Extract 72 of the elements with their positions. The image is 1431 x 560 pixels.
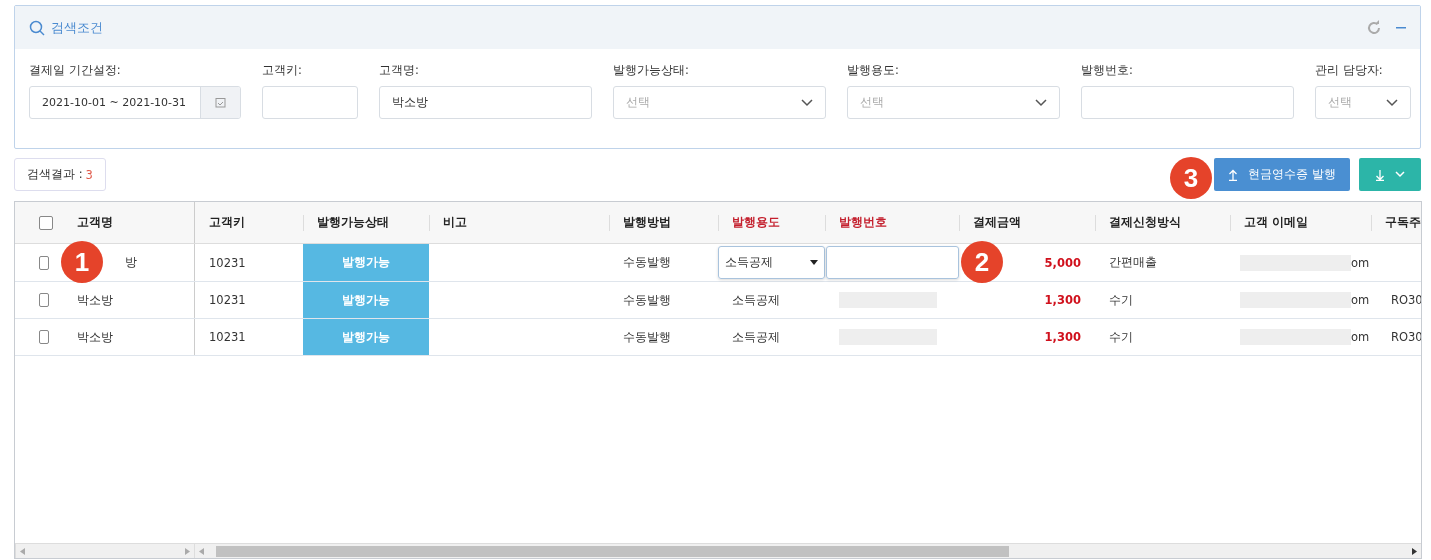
table-cell: RO30	[1391, 330, 1421, 344]
table-cell: RO30	[1391, 293, 1421, 307]
field-label: 발행용도:	[847, 63, 900, 78]
status-badge: 발행가능	[303, 244, 429, 281]
scroll-right-icon[interactable]	[1412, 547, 1417, 555]
column-header[interactable]: 고객키	[194, 202, 303, 243]
calendar-icon	[215, 97, 226, 108]
column-header[interactable]: 고객명	[63, 202, 194, 243]
count-value: 3	[85, 167, 93, 182]
upload-icon	[1228, 168, 1239, 181]
field-label: 고객키:	[262, 63, 303, 78]
table-cell-text: 수동발행	[622, 291, 672, 309]
input-field[interactable]	[1081, 86, 1294, 119]
table-cell-text: 소득공제	[731, 291, 781, 309]
column-header[interactable]: 비고	[429, 202, 609, 243]
checkbox[interactable]	[39, 215, 53, 230]
input-field[interactable]: 박소방	[379, 86, 592, 119]
table-cell-text: 수동발행	[622, 254, 672, 271]
chevron-down-icon	[1386, 98, 1398, 107]
search-icon	[29, 19, 45, 36]
table-cell: 박소방	[77, 292, 113, 308]
status-badge: 발행가능	[303, 282, 429, 318]
column-header[interactable]: 발행용도	[718, 202, 825, 243]
email-text: om	[1351, 330, 1370, 344]
column-header[interactable]: 고객 이메일	[1230, 202, 1371, 243]
input-field[interactable]	[826, 246, 959, 279]
chevron-down-icon	[801, 98, 813, 107]
email-text: om	[1351, 255, 1370, 270]
scroll-left-icon[interactable]	[20, 547, 25, 555]
column-header[interactable]: 발행방법	[609, 202, 718, 243]
horizontal-scrollbar[interactable]	[15, 543, 1421, 558]
chevron-down-icon	[1035, 98, 1047, 107]
scroll-left-icon[interactable]	[199, 547, 204, 555]
panel-title: 검색조건	[51, 18, 104, 37]
column-header[interactable]: 발행번호	[825, 202, 959, 243]
chevron-down-icon	[1395, 171, 1405, 178]
step-marker: 1	[61, 241, 103, 283]
field-label: 결제일 기간설정:	[29, 63, 122, 78]
table-cell-text: 간편매출	[1108, 254, 1158, 271]
download-icon	[1375, 168, 1385, 181]
result-label: 검색결과 :	[27, 167, 83, 182]
amount-text: 1,300	[1044, 330, 1081, 344]
table-cell-text: 수기	[1108, 328, 1134, 346]
date-range-field[interactable]: 2021-10-01 ~ 2021-10-31	[29, 86, 241, 119]
table-cell-text: 수동발행	[622, 328, 672, 346]
field-label: 발행번호:	[1081, 63, 1134, 78]
email-text: om	[1351, 293, 1370, 307]
column-header[interactable]: 구독주	[1371, 202, 1421, 243]
checkbox[interactable]	[39, 330, 49, 344]
refresh-icon[interactable]	[1366, 19, 1382, 36]
field-label: 발행가능상태:	[613, 63, 690, 78]
amount-text: 1,300	[1044, 293, 1081, 307]
purpose-select[interactable]: 소득공제	[718, 246, 825, 279]
checkbox[interactable]	[39, 293, 49, 307]
input-field[interactable]	[262, 86, 358, 119]
field-label: 관리 담당자:	[1315, 63, 1384, 78]
field-label: 고객명:	[379, 63, 420, 78]
table-cell-text: 수기	[1108, 291, 1134, 309]
step-marker: 2	[961, 241, 1003, 283]
table-cell: 박소방	[77, 329, 113, 345]
download-button[interactable]	[1359, 158, 1421, 191]
column-header[interactable]: 결제신청방식	[1095, 202, 1230, 243]
table-cell: 방	[125, 255, 137, 270]
checkbox[interactable]	[39, 255, 49, 270]
column-header[interactable]: 발행가능상태	[303, 202, 429, 243]
collapse-icon[interactable]	[1396, 26, 1406, 29]
table-cell-text: 소득공제	[731, 328, 781, 346]
status-badge: 발행가능	[303, 319, 429, 355]
column-header[interactable]: 결제금액	[959, 202, 1095, 243]
step-marker: 3	[1170, 157, 1212, 199]
amount-text: 5,000	[1044, 255, 1081, 270]
dropdown-arrow-icon	[810, 260, 818, 265]
